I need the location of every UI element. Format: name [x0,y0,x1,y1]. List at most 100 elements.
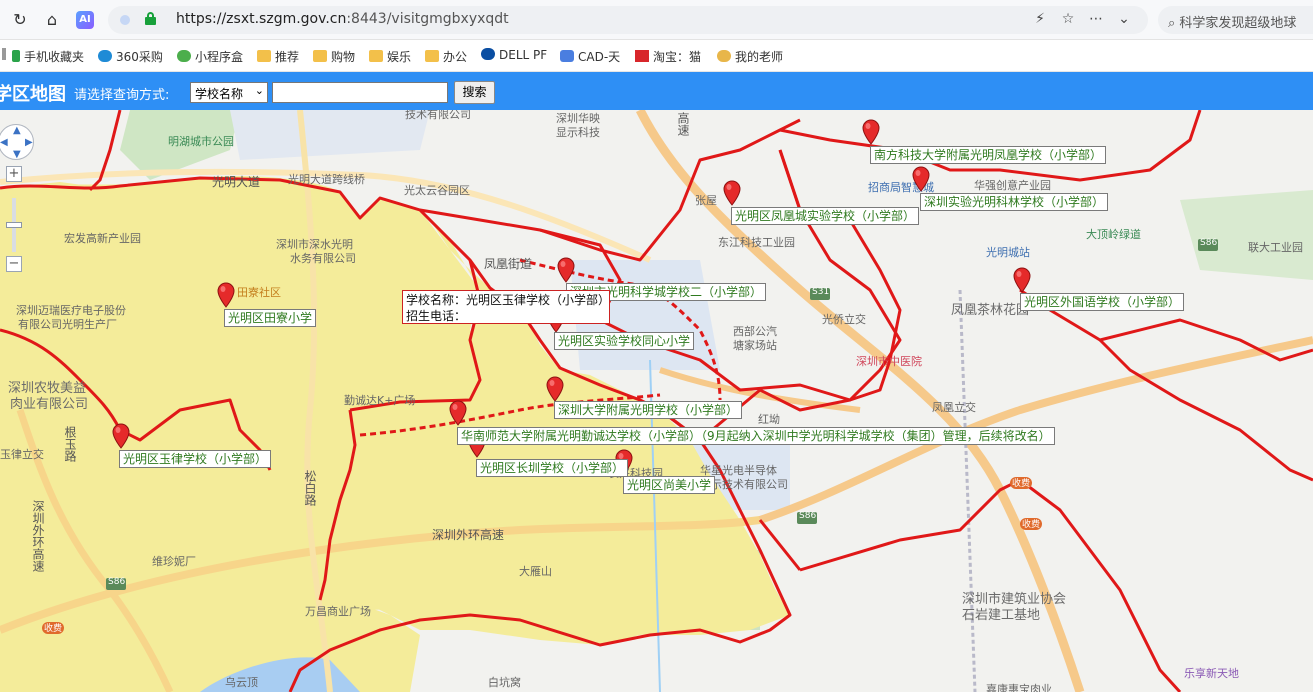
map-pin-icon[interactable] [861,119,881,145]
lightning-icon[interactable]: ⚡ [1026,11,1054,27]
bookmark-item[interactable]: CAD-天 [560,48,620,65]
folder-icon [425,50,439,62]
highway-shield: S86 [1200,238,1218,248]
star-icon[interactable]: ☆ [1054,11,1082,27]
chevron-down-icon[interactable]: ⌄ [1110,11,1138,27]
map-pin-icon[interactable] [448,400,468,426]
school-label[interactable]: 光明区外国语学校（小学部） [1020,293,1185,311]
road-label: 光明大道 [212,175,261,189]
bookmarks-bar: 手机收藏夹 360采购 小程序盒 推荐 购物 娱乐 办公 DELL PF CAD… [0,40,1313,72]
address-bar[interactable]: https://zsxt.szgm.gov.cn:8443/visitgmgbx… [108,6,1148,34]
toll-badge: 收费 [44,624,63,634]
pan-right-icon[interactable]: ▶ [25,137,33,148]
poi-label: 凤凰立交 [932,401,976,414]
district-label: 凤凰街道 [484,257,533,271]
tooltip-school-name: 学校名称：光明区玉律学校（小学部） [406,293,611,307]
folder-icon [257,50,271,62]
school-label[interactable]: 光明区尚美小学 [623,476,716,494]
school-label[interactable]: 光明区田寮小学 [224,309,317,327]
map-pin-icon[interactable] [111,423,131,449]
poi-label: 光侨立交 [822,313,866,326]
map-pin-icon[interactable] [1012,267,1032,293]
miniapp-icon [177,50,191,62]
poi-label: 华强创意产业园 [974,179,1051,192]
map-pin-icon[interactable] [911,166,931,192]
bookmark-item[interactable]: 推荐 [257,48,299,65]
pan-up-icon[interactable]: ▲ [13,125,21,136]
zoom-in-button[interactable]: + [6,166,22,182]
phone-icon [12,50,20,62]
poi-label: 光太云谷园区 [404,184,470,197]
folder-icon [369,50,383,62]
school-label[interactable]: 深圳实验光明科林学校（小学部） [920,193,1109,211]
school-label[interactable]: 光明区凤凰城实验学校（小学部） [731,207,920,225]
zoom-slider-knob[interactable] [6,222,22,228]
tooltip-phone: 招生电话： [406,309,467,323]
poi-label: 维珍妮厂 [152,555,196,568]
pan-left-icon[interactable]: ◀ [0,137,8,148]
school-label[interactable]: 光明区实验学校同心小学 [554,332,695,350]
pan-down-icon[interactable]: ▼ [13,149,21,160]
address-bar-actions: ⚡ ☆ ⋯ ⌄ [1026,11,1138,27]
poi-label: 有限公司光明生产厂 [18,318,117,331]
road-label: 深圳外环高速 [432,528,505,542]
home-icon[interactable]: ⌂ [42,10,62,30]
toll-badge: 收费 [1022,520,1041,530]
poi-label: 白坑窝 [488,676,521,689]
poi-label: 凤凰茶林花园 [951,303,1030,318]
road-label: 松白路 [303,470,317,506]
bookmark-item[interactable]: 手机收藏夹 [12,48,84,65]
chevron-down-icon: ⌄ [254,84,264,97]
more-icon[interactable]: ⋯ [1082,11,1110,27]
poi-label: 万昌商业广场 [305,605,371,618]
bookmark-item[interactable]: 办公 [425,48,467,65]
school-label[interactable]: 南方科技大学附属光明凤凰学校（小学部） [870,146,1107,164]
bookmark-item[interactable]: 我的老师 [717,48,783,65]
bookmark-item[interactable]: 360采购 [98,48,163,65]
search-input[interactable] [272,82,448,103]
more-bookmarks-icon [2,48,6,60]
toll-badge: 收费 [1012,479,1031,489]
zoom-out-button[interactable]: − [6,256,22,272]
poi-label: 水务有限公司 [290,252,356,265]
reload-icon[interactable]: ↻ [10,10,30,30]
map-zoom-control: ▲ ▼ ◀ ▶ + − [0,124,34,274]
school-label[interactable]: 深圳大学附属光明学校（小学部） [554,401,743,419]
map-pin-icon[interactable] [722,180,742,206]
poi-label: 张屋 [695,194,717,207]
poi-label: 塘家场站 [733,339,777,352]
highway-shield: S86 [799,511,817,521]
ai-assistant-icon[interactable]: AI [76,11,94,29]
url-text[interactable]: https://zsxt.szgm.gov.cn:8443/visitgmgbx… [176,11,509,27]
road-label: 高速 [676,112,690,136]
map-pin-icon[interactable] [556,257,576,283]
school-info-tooltip: 学校名称：光明区玉律学校（小学部） 招生电话： [402,290,610,324]
poi-label: 技术有限公司 [405,110,471,121]
school-label[interactable]: 华南师范大学附属光明勤诚达学校（小学部）（9月起纳入深圳中学光明科学城学校（集团… [457,427,1055,445]
bookmark-item[interactable] [2,48,10,62]
map-pin-icon[interactable] [545,376,565,402]
poi-label: 田寮社区 [237,286,281,299]
bookmark-item[interactable]: DELL PF [481,48,547,62]
site-info-icon[interactable] [120,15,130,25]
query-method-label: 请选择查询方式: [74,88,170,103]
poi-label: 石岩建工基地 [962,608,1041,623]
bookmark-item[interactable]: 小程序盒 [177,48,243,65]
school-label[interactable]: 光明区长圳学校（小学部） [476,459,629,477]
map-view[interactable]: 明湖城市公园 光明大道 光明大道跨线桥 光太云谷园区 深圳市深水光明 水务有限公… [0,110,1313,692]
side-search-box[interactable]: ⌕ 科学家发现超级地球 [1158,6,1313,34]
pan-control[interactable]: ▲ ▼ ◀ ▶ [0,124,34,160]
bookmark-item[interactable]: 购物 [313,48,355,65]
search-button[interactable]: 搜索 [454,81,495,104]
school-label[interactable]: 光明区玉律学校（小学部） [119,450,272,468]
lock-icon [145,12,156,26]
teacher-icon [717,50,731,62]
bookmark-item[interactable]: 娱乐 [369,48,411,65]
bookmark-item[interactable]: 淘宝：猫 [635,48,701,65]
highway-shield: S86 [108,577,126,587]
map-pin-icon[interactable] [216,282,236,308]
browser-toolbar: ↻ ⌂ AI https://zsxt.szgm.gov.cn:8443/vis… [0,0,1313,40]
search-icon: ⌕ [1168,16,1180,31]
road-label: 根玉路 [63,426,77,462]
query-method-select[interactable]: 学校名称 ⌄ [190,82,268,103]
